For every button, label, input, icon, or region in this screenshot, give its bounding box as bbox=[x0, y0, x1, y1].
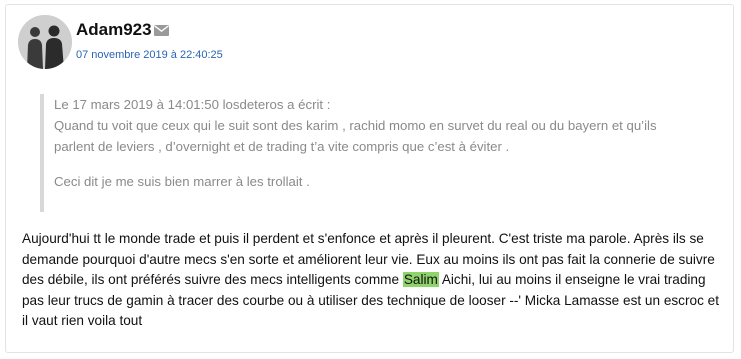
quote-line: Ceci dit je me suis bien marrer à les tr… bbox=[54, 174, 310, 189]
quote-header: Le 17 mars 2019 à 14:01:50 losdeteros a … bbox=[54, 97, 331, 112]
user-silhouette-avatar-icon bbox=[18, 15, 72, 69]
post-body: Aujourd'hui tt le monde trade et puis il… bbox=[22, 229, 727, 332]
username-link[interactable]: Adam923 bbox=[76, 20, 152, 40]
post-date-link[interactable]: 07 novembre 2019 à 22:40:25 bbox=[76, 49, 223, 61]
quote-block: Le 17 mars 2019 à 14:01:50 losdeteros a … bbox=[40, 94, 710, 212]
quote-line: parlent de leviers , d’overnight et de t… bbox=[54, 139, 510, 154]
avatar[interactable] bbox=[18, 15, 72, 69]
quote-line: Quand tu voit que ceux qui le suit sont … bbox=[54, 118, 657, 133]
envelope-icon[interactable] bbox=[154, 25, 169, 36]
highlighted-word: Salim bbox=[402, 272, 439, 287]
forum-post: Adam923 07 novembre 2019 à 22:40:25 Le 1… bbox=[5, 4, 734, 353]
